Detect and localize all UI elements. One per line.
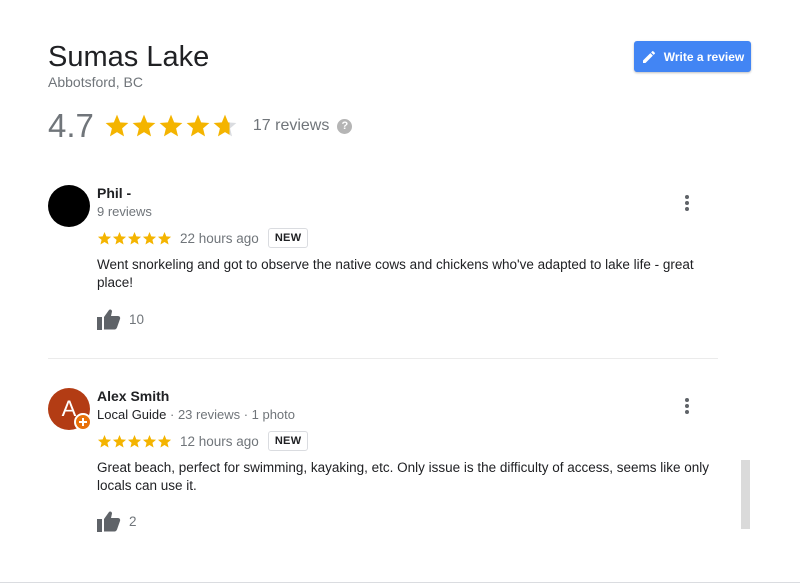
pencil-icon [642, 50, 655, 63]
star-icon [159, 114, 183, 137]
review-rating-row: 12 hours ago NEW [97, 431, 309, 451]
place-title: Sumas Lake [48, 41, 210, 73]
star-icon [186, 114, 210, 137]
place-location: Abbotsford, BC [48, 74, 143, 90]
star-icon [97, 231, 112, 244]
new-badge: NEW [267, 431, 309, 451]
reviewer-name[interactable]: Alex Smith [97, 388, 169, 404]
more-options-icon[interactable] [682, 396, 692, 416]
new-badge: NEW [267, 228, 309, 248]
help-icon[interactable]: ? [337, 118, 353, 134]
more-options-icon[interactable] [682, 193, 692, 213]
review-stars [97, 434, 172, 449]
star-icon [127, 231, 142, 244]
write-review-label: Write a review [663, 49, 745, 64]
star-icon [105, 114, 129, 137]
star-icon [97, 434, 112, 447]
review-time: 12 hours ago [180, 433, 259, 449]
local-guide-label: Local Guide [97, 407, 167, 422]
star-icon [157, 434, 172, 447]
review-stars [97, 231, 172, 246]
like-button[interactable]: 10 [97, 308, 144, 330]
reviewer-review-count: 9 reviews [97, 204, 152, 219]
like-count: 2 [129, 513, 137, 529]
review-text: Great beach, perfect for swimming, kayak… [97, 460, 710, 493]
reviewer-meta: Local Guide · 23 reviews · 1 photo [97, 407, 295, 422]
review-rating-row: 22 hours ago NEW [97, 228, 309, 248]
reviews-count[interactable]: 17 reviews [253, 117, 329, 135]
reviewer-name[interactable]: Phil - [97, 185, 131, 201]
reviewer-stats: · 23 reviews · 1 photo [166, 407, 296, 422]
star-icon [127, 434, 142, 447]
star-icon [142, 434, 157, 447]
star-icon [213, 114, 237, 137]
star-icon [112, 231, 127, 244]
local-guide-badge-icon [74, 413, 92, 431]
like-count: 10 [129, 311, 145, 327]
star-icon [132, 114, 156, 137]
rating-summary: 4.7 17 reviews ? [48, 106, 353, 146]
rating-stars [104, 113, 239, 139]
thumbs-up-icon [97, 511, 121, 532]
star-icon [157, 231, 172, 244]
star-icon [112, 434, 127, 447]
page-bottom-border [0, 582, 800, 583]
rating-value: 4.7 [48, 107, 94, 144]
thumbs-up-icon [97, 309, 121, 330]
reviewer-meta: 9 reviews [97, 204, 152, 219]
avatar[interactable] [48, 185, 90, 227]
review-text: Went snorkeling and got to observe the n… [97, 257, 694, 290]
star-icon [142, 231, 157, 244]
scrollbar[interactable] [741, 460, 750, 529]
like-button[interactable]: 2 [97, 510, 137, 532]
review-time: 22 hours ago [180, 230, 259, 246]
write-review-button[interactable]: Write a review [634, 41, 751, 72]
review-divider [48, 358, 718, 359]
